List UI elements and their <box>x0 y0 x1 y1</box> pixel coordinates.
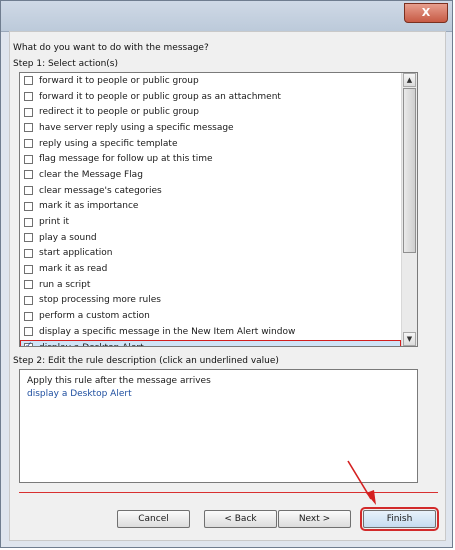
title-bar: X <box>1 1 452 32</box>
description-line-apply: Apply this rule after the message arrive… <box>27 376 211 386</box>
action-row[interactable]: forward it to people or public group <box>20 73 401 89</box>
question-heading: What do you want to do with the message? <box>13 43 209 53</box>
action-label: reply using a specific template <box>39 138 178 149</box>
action-label: mark it as read <box>39 264 108 275</box>
scroll-down-arrow-icon[interactable]: ▼ <box>403 332 416 346</box>
action-checkbox[interactable] <box>24 233 33 243</box>
action-checkbox[interactable] <box>24 264 33 274</box>
action-row[interactable]: mark it as importance <box>20 199 401 215</box>
action-label: forward it to people or public group as … <box>39 91 281 102</box>
action-label: forward it to people or public group <box>39 75 199 86</box>
action-row[interactable]: clear the Message Flag <box>20 167 401 183</box>
action-checkbox[interactable] <box>24 92 33 102</box>
actions-listbox[interactable]: forward it to people or public group forw… <box>19 72 418 347</box>
action-label: redirect it to people or public group <box>39 107 199 118</box>
scroll-thumb[interactable] <box>403 88 416 253</box>
rules-wizard-window: X What do you want to do with the messag… <box>0 0 453 548</box>
action-label: flag message for follow up at this time <box>39 154 213 165</box>
action-label: have server reply using a specific messa… <box>39 122 234 133</box>
step2-label: Step 2: Edit the rule description (click… <box>13 356 279 366</box>
action-row[interactable]: perform a custom action <box>20 308 401 324</box>
action-row[interactable]: play a sound <box>20 230 401 246</box>
actions-list: forward it to people or public group forw… <box>20 73 401 346</box>
action-checkbox[interactable] <box>24 280 33 290</box>
action-checkbox[interactable] <box>24 154 33 164</box>
action-checkbox[interactable] <box>24 201 33 211</box>
action-checkbox[interactable] <box>24 76 33 86</box>
action-label: clear message's categories <box>39 185 162 196</box>
action-checkbox[interactable] <box>24 139 33 149</box>
action-checkbox[interactable] <box>24 217 33 227</box>
next-button[interactable]: Next > <box>278 510 351 528</box>
scroll-up-arrow-icon[interactable]: ▲ <box>403 73 416 87</box>
action-label: play a sound <box>39 232 97 243</box>
action-row[interactable]: clear message's categories <box>20 183 401 199</box>
action-label: clear the Message Flag <box>39 169 143 180</box>
action-label: display a Desktop Alert <box>39 343 144 346</box>
action-row[interactable]: forward it to people or public group as … <box>20 89 401 105</box>
action-checkbox[interactable] <box>24 123 33 133</box>
action-row[interactable]: mark it as read <box>20 261 401 277</box>
action-checkbox[interactable] <box>24 248 33 258</box>
action-row[interactable]: run a script <box>20 277 401 293</box>
description-line-desktop-alert[interactable]: display a Desktop Alert <box>27 389 410 399</box>
action-row[interactable]: display a Desktop Alert <box>20 339 401 346</box>
action-checkbox[interactable] <box>24 170 33 180</box>
action-row[interactable]: flag message for follow up at this time <box>20 151 401 167</box>
action-label: print it <box>39 217 70 228</box>
cancel-button[interactable]: Cancel <box>117 510 190 528</box>
action-checkbox[interactable] <box>24 295 33 305</box>
action-row[interactable]: stop processing more rules <box>20 293 401 309</box>
action-row[interactable]: reply using a specific template <box>20 136 401 152</box>
vertical-scrollbar[interactable]: ▲ ▼ <box>401 73 417 346</box>
back-button[interactable]: < Back <box>204 510 277 528</box>
action-row[interactable]: redirect it to people or public group <box>20 104 401 120</box>
action-checkbox[interactable] <box>24 186 33 196</box>
action-row[interactable]: start application <box>20 246 401 262</box>
action-row[interactable]: have server reply using a specific messa… <box>20 120 401 136</box>
pointer-arrow-icon <box>347 460 376 505</box>
action-label: start application <box>39 248 113 259</box>
action-label: stop processing more rules <box>39 295 161 306</box>
action-label: perform a custom action <box>39 311 150 322</box>
action-checkbox[interactable] <box>24 311 33 321</box>
action-row[interactable]: print it <box>20 214 401 230</box>
action-checkbox[interactable] <box>24 107 33 117</box>
action-label: run a script <box>39 279 91 290</box>
action-checkbox[interactable] <box>24 341 33 346</box>
action-row[interactable]: display a specific message in the New It… <box>20 324 401 340</box>
close-icon: X <box>421 6 431 19</box>
finish-button[interactable]: Finish <box>360 507 439 531</box>
action-label: display a specific message in the New It… <box>39 326 296 337</box>
action-checkbox[interactable] <box>24 327 33 337</box>
action-label: mark it as importance <box>39 201 139 212</box>
step1-label: Step 1: Select action(s) <box>13 59 119 69</box>
close-button[interactable]: X <box>404 3 448 23</box>
